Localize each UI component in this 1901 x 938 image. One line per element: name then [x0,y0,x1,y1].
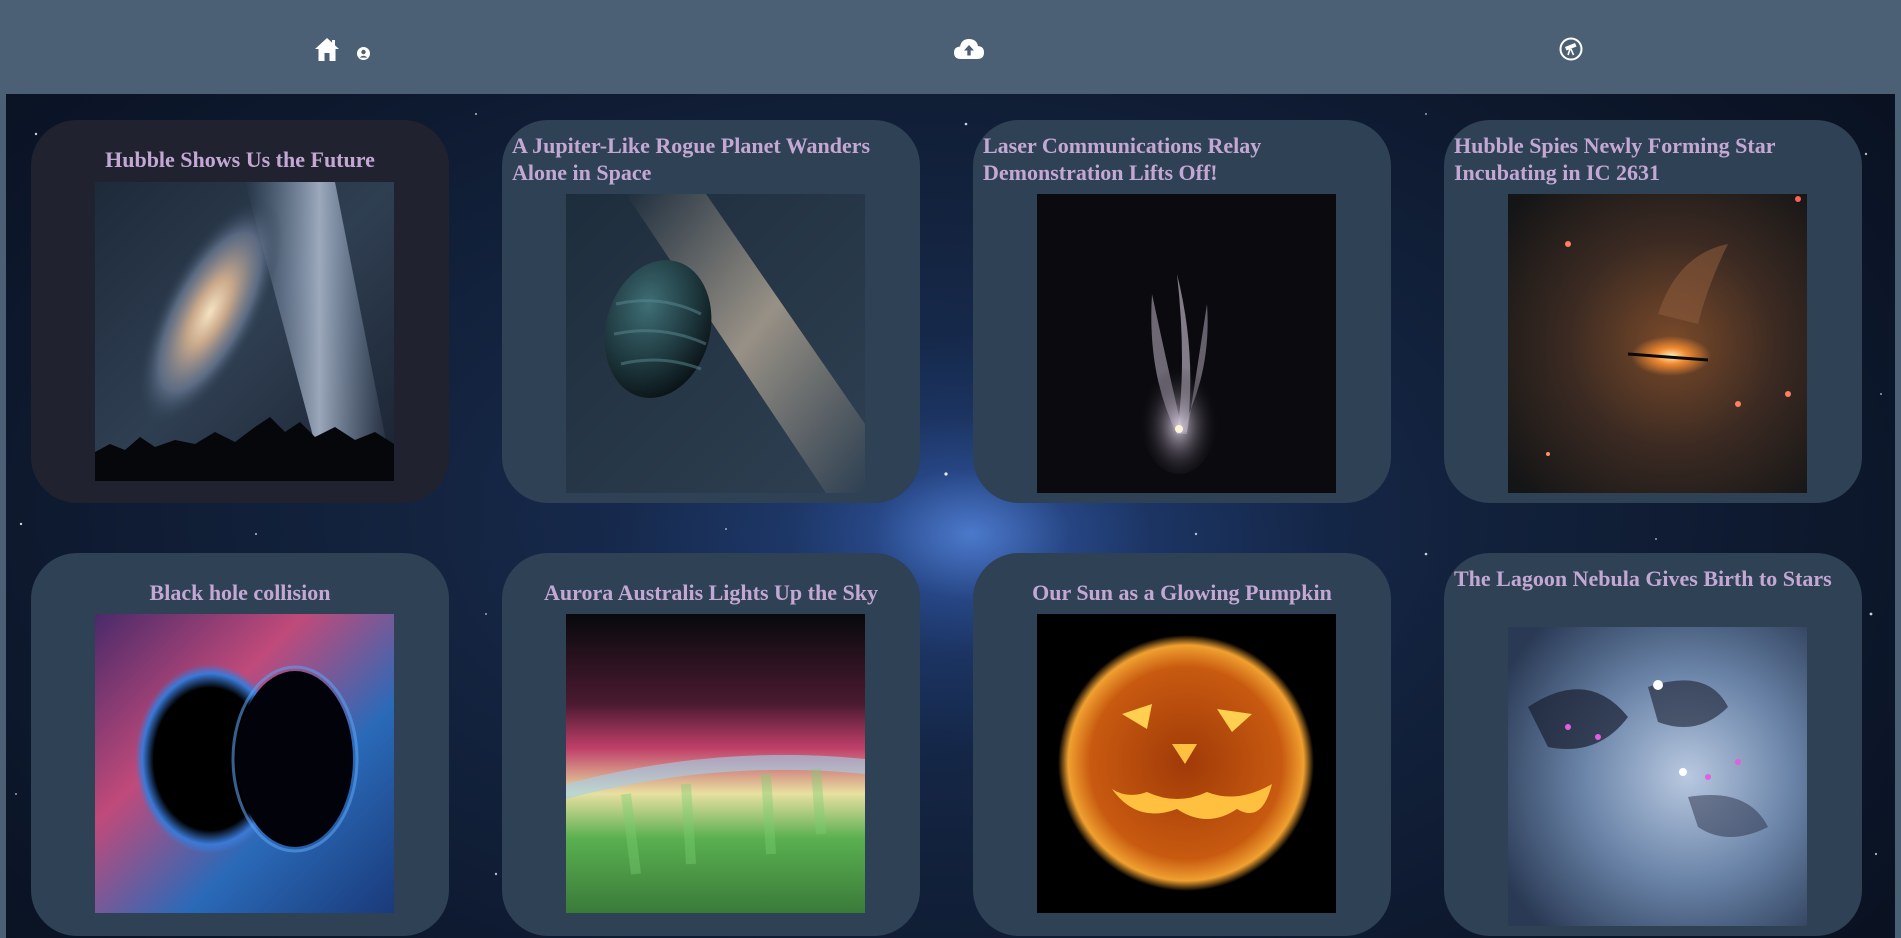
card-title[interactable]: Our Sun as a Glowing Pumpkin [983,579,1381,606]
article-card[interactable]: Laser Communications Relay Demonstration… [973,120,1391,503]
article-card[interactable]: Aurora Australis Lights Up the Sky [502,553,920,936]
card-title[interactable]: The Lagoon Nebula Gives Birth to Stars [1454,565,1852,592]
card-title[interactable]: Laser Communications Relay Demonstration… [983,132,1381,186]
card-title[interactable]: A Jupiter-Like Rogue Planet Wanders Alon… [512,132,910,186]
aurora-image[interactable] [566,614,865,913]
sun-pumpkin-image[interactable] [1037,614,1336,913]
article-card[interactable]: Hubble Spies Newly Forming Star Incubati… [1444,120,1862,503]
cloud-upload-icon[interactable] [953,37,985,61]
card-title[interactable]: Black hole collision [41,579,439,606]
rocket-launch-image[interactable] [1037,194,1336,493]
black-hole-collision-image[interactable] [95,614,394,913]
card-title[interactable]: Hubble Shows Us the Future [41,146,439,173]
article-card[interactable]: A Jupiter-Like Rogue Planet Wanders Alon… [502,120,920,503]
top-navbar [0,0,1901,94]
forming-star-image[interactable] [1508,194,1807,493]
article-card[interactable]: Hubble Shows Us the Future [31,120,449,503]
card-title[interactable]: Aurora Australis Lights Up the Sky [512,579,910,606]
milky-way-andromeda-image[interactable] [95,182,394,481]
article-card[interactable]: Black hole collision [31,553,449,936]
user-circle-icon[interactable] [357,47,370,60]
rogue-planet-image[interactable] [566,194,865,493]
article-card[interactable]: The Lagoon Nebula Gives Birth to Stars [1444,553,1862,936]
card-title[interactable]: Hubble Spies Newly Forming Star Incubati… [1454,132,1852,186]
lagoon-nebula-image[interactable] [1508,627,1807,926]
article-card[interactable]: Our Sun as a Glowing Pumpkin [973,553,1391,936]
telescope-icon[interactable] [1559,37,1583,61]
gallery-area: Hubble Shows Us the Future A Jupiter-Lik… [6,94,1895,938]
home-icon[interactable] [313,35,341,63]
